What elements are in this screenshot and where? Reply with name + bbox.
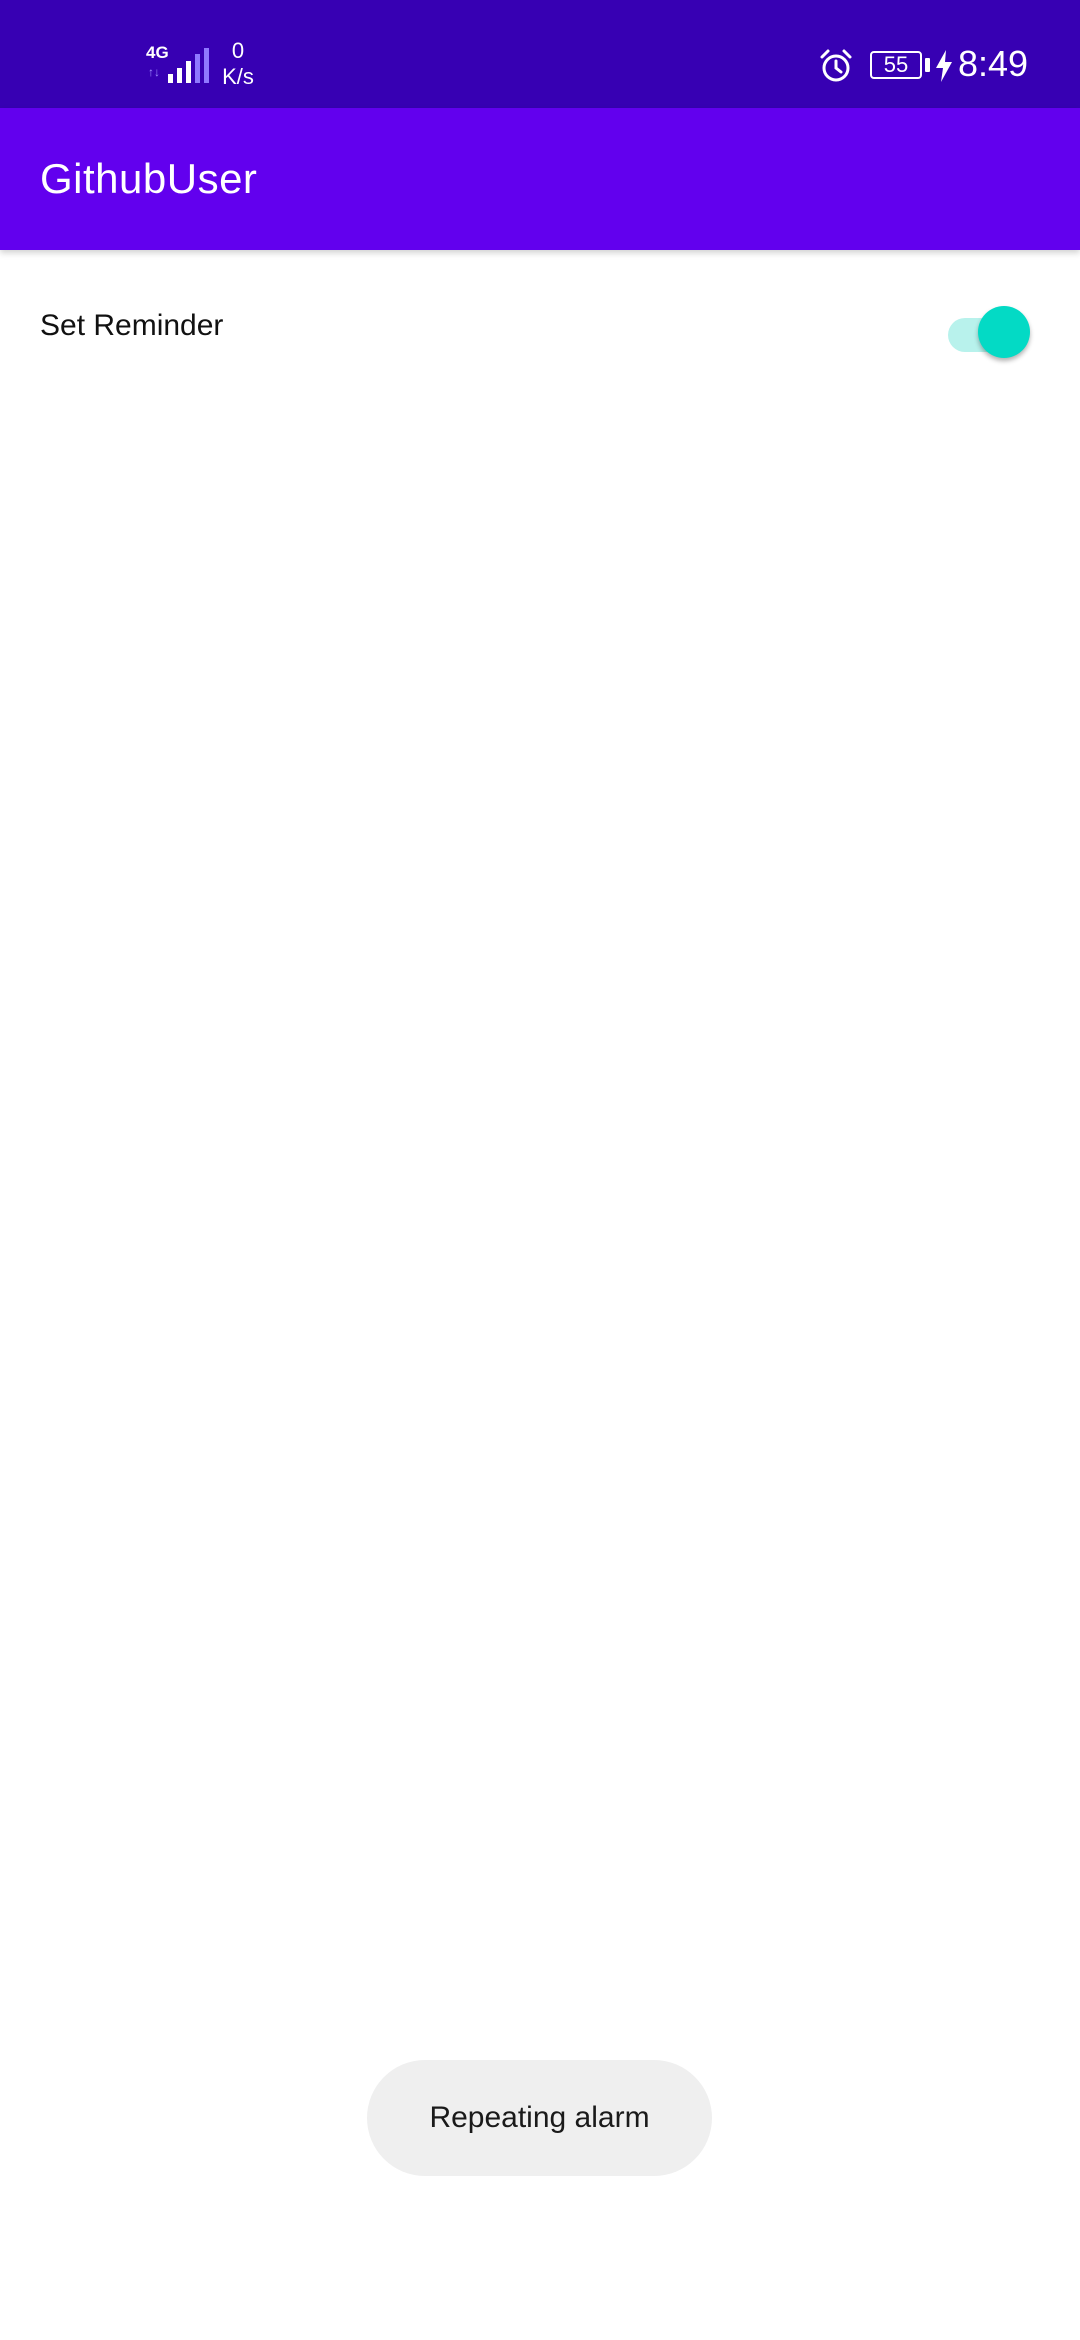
screen: 4G ↑↓ 0 K/s 55 8:49 GithubUser Set Remin… <box>0 0 1080 2340</box>
battery-level: 55 <box>883 52 909 77</box>
network-indicator: 4G ↑↓ <box>146 44 209 84</box>
status-bar: 4G ↑↓ 0 K/s 55 8:49 <box>0 0 1080 108</box>
network-speed: 0 K/s <box>218 38 258 90</box>
reminder-setting-row: Set Reminder <box>0 270 1080 382</box>
app-title: GithubUser <box>40 155 258 202</box>
network-speed-value: 0 <box>231 38 245 63</box>
signal-icon <box>168 48 209 83</box>
status-time: 8:49 <box>958 43 1029 84</box>
network-activity-icon: ↑↓ <box>148 65 160 79</box>
reminder-label: Set Reminder <box>40 309 224 342</box>
alarm-icon <box>820 49 852 82</box>
toast-message: Repeating alarm <box>367 2060 712 2176</box>
network-speed-unit: K/s <box>222 64 254 89</box>
charging-bolt-icon <box>936 50 952 82</box>
battery-icon: 55 <box>870 51 922 79</box>
app-bar: GithubUser <box>0 108 1080 250</box>
switch-thumb <box>978 306 1030 358</box>
battery-cap <box>925 58 930 72</box>
reminder-switch[interactable] <box>946 304 1030 360</box>
